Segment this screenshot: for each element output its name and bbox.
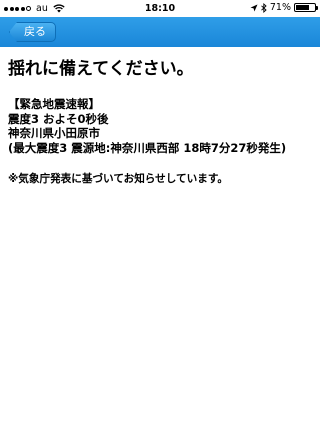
back-button-label: 戻る	[24, 25, 46, 38]
alert-title: 【緊急地震速報】	[8, 97, 100, 111]
battery-percent: 71%	[269, 2, 291, 13]
status-bar: au 18:10 71%	[0, 0, 320, 17]
navigation-bar: 戻る	[0, 17, 320, 47]
page-heading: 揺れに備えてください。	[8, 59, 194, 79]
alert-details: (最大震度3 震源地:神奈川県西部 18時7分27秒発生)	[8, 140, 287, 155]
alert-intensity: 震度3 およそ0秒後	[8, 111, 109, 126]
earthquake-alert: 【緊急地震速報】 震度3 およそ0秒後 神奈川県小田原市 (最大震度3 震源地:…	[8, 97, 312, 155]
source-note: ※気象庁発表に基づいてお知らせしています。	[8, 173, 228, 185]
battery-icon	[294, 3, 318, 12]
main-content: 揺れに備えてください。 【緊急地震速報】 震度3 およそ0秒後 神奈川県小田原市…	[8, 58, 312, 186]
bluetooth-icon	[261, 2, 267, 13]
status-right: 71%	[250, 2, 318, 13]
alert-location: 神奈川県小田原市	[8, 126, 100, 140]
location-arrow-icon	[250, 4, 258, 11]
back-button[interactable]: 戻る	[9, 22, 56, 42]
battery-fill	[296, 5, 309, 10]
